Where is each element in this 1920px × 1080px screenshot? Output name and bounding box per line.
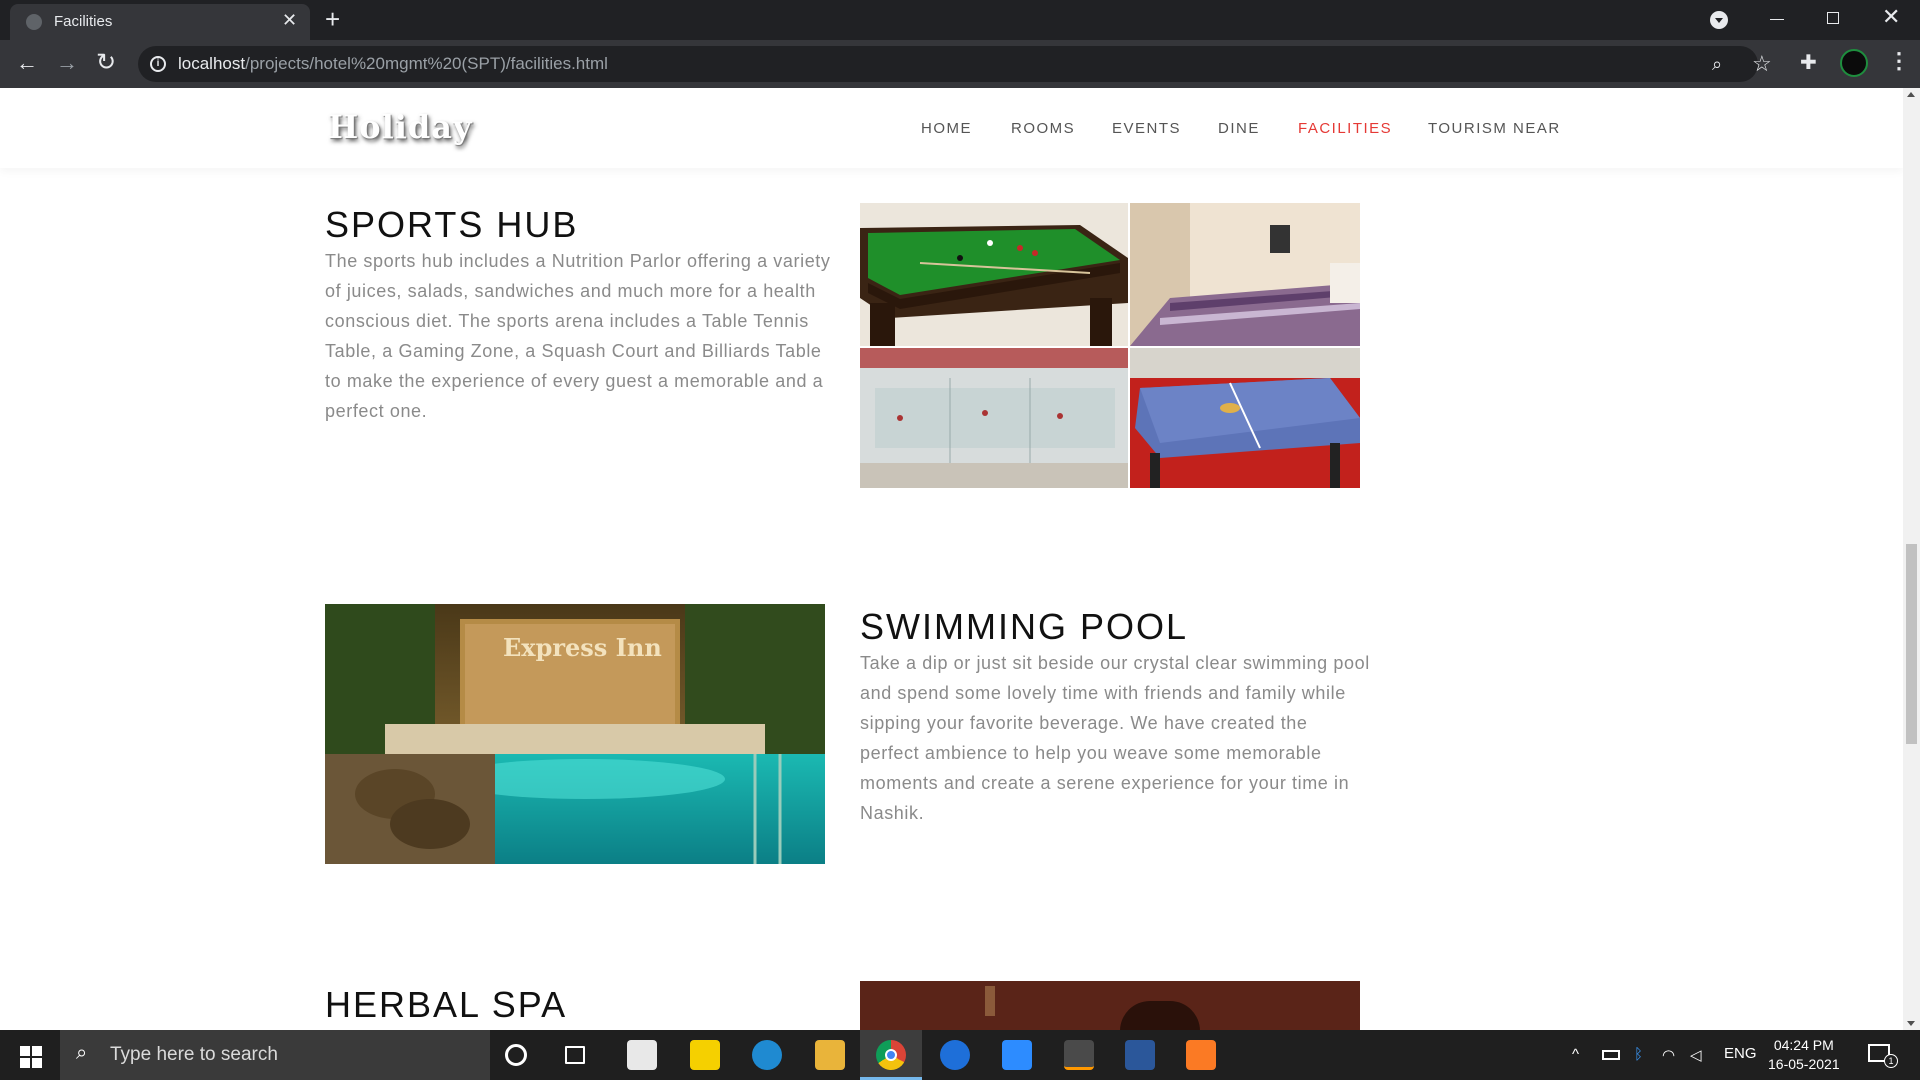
nav-facilities[interactable]: FACILITIES <box>1298 120 1392 137</box>
windows-taskbar: ⌕ Type here to search ^ ᛒ ◠ ◁ ENG 04:24 … <box>0 1030 1920 1080</box>
chrome-icon <box>876 1040 906 1070</box>
notification-center-icon[interactable]: 1 <box>1868 1044 1898 1068</box>
close-window-button[interactable]: ✕ <box>1882 4 1900 30</box>
clock-time: 04:24 PM <box>1773 1037 1834 1053</box>
search-icon: ⌕ <box>76 1042 88 1064</box>
profile-avatar[interactable] <box>1840 49 1868 77</box>
scroll-up-arrow-icon[interactable] <box>1907 92 1915 97</box>
tab-title: Facilities <box>54 13 113 30</box>
minimize-button[interactable] <box>1770 19 1784 20</box>
nav-dine[interactable]: DINE <box>1218 120 1260 137</box>
swimming-pool-title: SWIMMING POOL <box>860 606 1189 647</box>
browser-tab[interactable]: Facilities ✕ <box>10 4 310 40</box>
nav-rooms[interactable]: ROOMS <box>1011 120 1075 137</box>
zoom-icon[interactable]: ⌕ <box>1712 54 1722 75</box>
extensions-puzzle-icon[interactable]: ✚ <box>1800 50 1817 75</box>
taskbar-search-box[interactable]: ⌕ Type here to search <box>60 1030 490 1080</box>
wifi-icon[interactable]: ◠ <box>1662 1046 1675 1064</box>
clock-date: 16-05-2021 <box>1768 1056 1840 1072</box>
sports-hub-collage <box>860 203 1360 488</box>
zoom-app-icon[interactable] <box>1002 1040 1032 1070</box>
show-hidden-icons-icon[interactable]: ^ <box>1572 1046 1579 1063</box>
globe-icon <box>26 14 42 30</box>
cortana-icon[interactable] <box>505 1044 527 1066</box>
language-indicator[interactable]: ENG <box>1724 1045 1757 1062</box>
compass-app-icon[interactable] <box>940 1040 970 1070</box>
nav-home[interactable]: HOME <box>921 120 972 137</box>
swimming-pool-description: Take a dip or just sit beside our crysta… <box>860 653 1370 823</box>
table-tennis-photo <box>1130 348 1360 488</box>
scrollbar-thumb[interactable] <box>1906 544 1917 744</box>
herbal-spa-title: HERBAL SPA <box>325 984 568 1025</box>
more-menu-icon[interactable]: ⋮ <box>1888 48 1910 74</box>
microsoft-store-icon[interactable] <box>627 1040 657 1070</box>
sublime-text-icon[interactable] <box>1064 1040 1094 1070</box>
swimming-pool-photo: Express Inn <box>325 604 825 864</box>
tab-search-icon[interactable] <box>1710 11 1728 29</box>
sticky-notes-icon[interactable] <box>690 1040 720 1070</box>
task-view-icon[interactable] <box>565 1046 585 1064</box>
close-tab-icon[interactable]: ✕ <box>282 10 297 31</box>
page-viewport: Holiday HOME ROOMS EVENTS DINE FACILITIE… <box>0 88 1903 1030</box>
notification-count-badge: 1 <box>1884 1054 1898 1068</box>
sports-hub-title: SPORTS HUB <box>325 204 579 245</box>
browser-tab-bar: Facilities ✕ + ✕ <box>0 0 1920 40</box>
xampp-icon[interactable] <box>1186 1040 1216 1070</box>
chrome-taskbar-item[interactable] <box>860 1030 922 1080</box>
url-text[interactable]: localhost/projects/hotel%20mgmt%20(SPT)/… <box>178 54 608 74</box>
forward-arrow-icon[interactable]: → <box>56 50 78 76</box>
sports-hub-description: The sports hub includes a Nutrition Parl… <box>325 251 831 421</box>
squash-court-photo <box>860 348 1128 488</box>
herbal-spa-photo <box>860 981 1360 1030</box>
volume-icon[interactable]: ◁ <box>1690 1046 1702 1064</box>
maximize-button[interactable] <box>1827 12 1839 24</box>
back-arrow-icon[interactable]: ← <box>16 50 38 76</box>
new-tab-button[interactable]: + <box>325 4 340 35</box>
bluetooth-icon[interactable]: ᛒ <box>1634 1046 1643 1063</box>
word-icon[interactable] <box>1125 1040 1155 1070</box>
file-explorer-icon[interactable] <box>815 1040 845 1070</box>
lounge-photo <box>1130 203 1360 346</box>
nav-tourism-near[interactable]: TOURISM NEAR <box>1428 120 1561 137</box>
browser-toolbar: ← → ↻ i localhost/projects/hotel%20mgmt%… <box>0 40 1920 88</box>
nav-events[interactable]: EVENTS <box>1112 120 1181 137</box>
site-info-icon[interactable]: i <box>150 56 166 72</box>
reload-icon[interactable]: ↻ <box>96 48 116 77</box>
billiards-photo <box>860 203 1128 346</box>
site-header: Holiday HOME ROOMS EVENTS DINE FACILITIE… <box>0 88 1903 168</box>
pool-wall-sign: Express Inn <box>503 633 662 662</box>
edge-browser-icon[interactable] <box>752 1040 782 1070</box>
site-logo[interactable]: Holiday <box>328 108 473 146</box>
windows-start-icon[interactable] <box>20 1046 42 1068</box>
battery-icon[interactable] <box>1602 1050 1620 1060</box>
address-bar[interactable]: i localhost/projects/hotel%20mgmt%20(SPT… <box>138 46 1772 82</box>
taskbar-clock[interactable]: 04:24 PM 16-05-2021 <box>1768 1036 1840 1074</box>
bookmark-star-icon[interactable]: ☆ <box>1752 51 1772 77</box>
scroll-down-arrow-icon[interactable] <box>1907 1021 1915 1026</box>
taskbar-search-placeholder: Type here to search <box>110 1044 278 1065</box>
page-scrollbar[interactable] <box>1903 88 1920 1030</box>
